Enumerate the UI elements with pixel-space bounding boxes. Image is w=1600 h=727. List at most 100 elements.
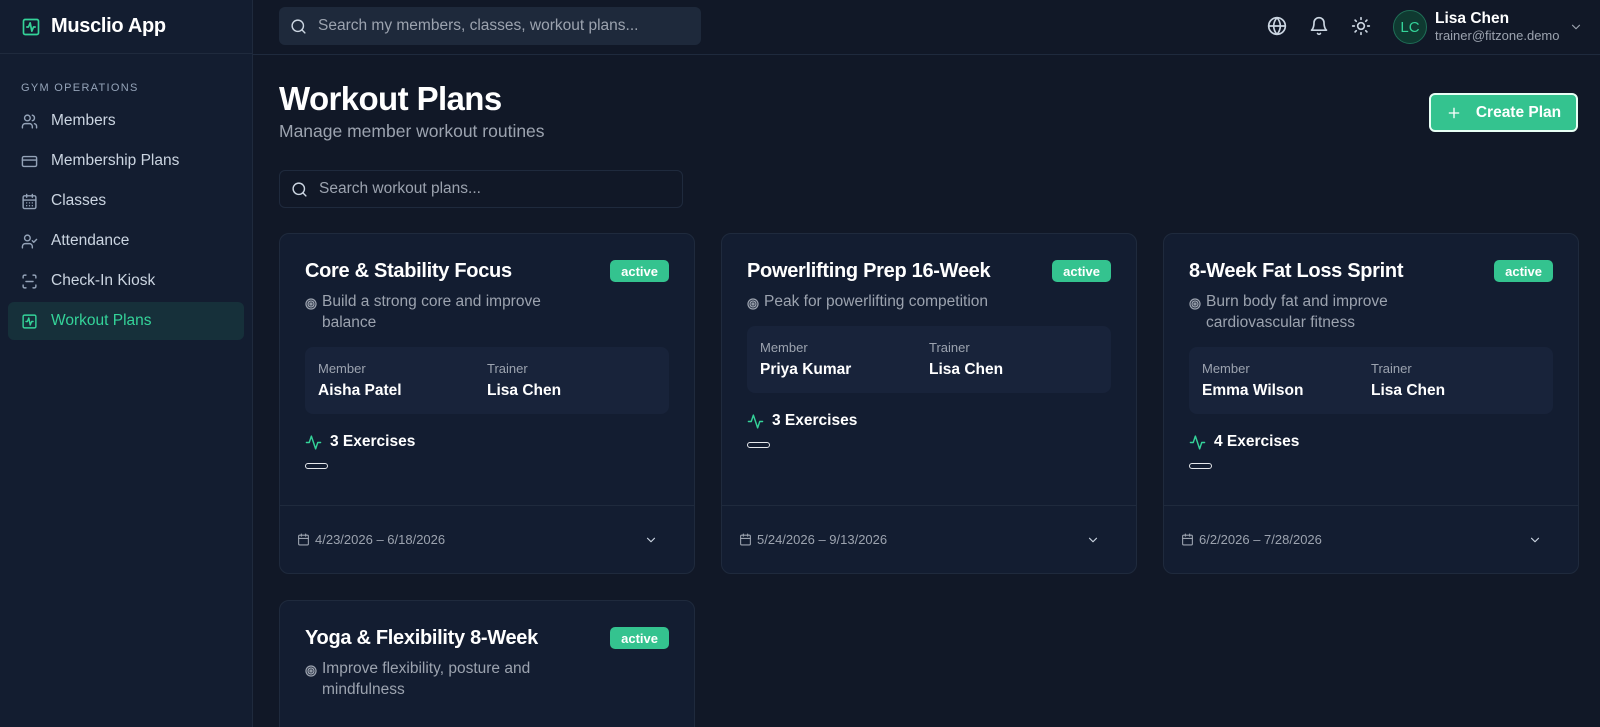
- globe-icon[interactable]: [1267, 16, 1287, 36]
- workout-plan-card[interactable]: Yoga & Flexibility 8-Week active Improve…: [279, 600, 695, 727]
- member-label: Member: [1202, 361, 1250, 376]
- target-icon: [305, 298, 317, 310]
- sidebar-item-label: Workout Plans: [51, 312, 152, 329]
- sidebar-item-check-in-kiosk[interactable]: Check-In Kiosk: [8, 262, 244, 300]
- trainer-label: Trainer: [487, 361, 528, 376]
- member-name: Emma Wilson: [1202, 382, 1304, 399]
- plan-goal-text: Peak for powerlifting competition: [764, 293, 989, 310]
- plan-goal: Peak for powerlifting competition: [747, 291, 1111, 312]
- sidebar-item-membership-plans[interactable]: Membership Plans: [8, 142, 244, 180]
- plan-goal: Improve flexibility, posture and mindful…: [305, 658, 669, 700]
- plan-member: Member Emma Wilson: [1202, 361, 1371, 414]
- create-plan-button[interactable]: Create Plan: [1429, 93, 1578, 132]
- calendar-icon: [22, 193, 37, 209]
- target-icon: [747, 298, 759, 310]
- target-icon: [1189, 298, 1201, 310]
- workout-plan-card[interactable]: Core & Stability Focus active Build a st…: [279, 233, 695, 574]
- app-name: Musclio App: [51, 15, 166, 37]
- exercise-count: 4 Exercises: [1189, 433, 1553, 451]
- plan-goal-text: Burn body fat and improve cardiovascular…: [1206, 293, 1388, 331]
- exercise-count-text: 4 Exercises: [1214, 433, 1300, 450]
- search-icon: [291, 18, 306, 34]
- sidebar-item-label: Check-In Kiosk: [51, 272, 156, 289]
- scan-icon: [22, 273, 37, 289]
- chevron-down-icon[interactable]: [644, 533, 658, 547]
- plan-goal-text: Build a strong core and improve balance: [322, 293, 541, 331]
- trainer-label: Trainer: [929, 340, 970, 355]
- plan-goal-text: Improve flexibility, posture and mindful…: [322, 660, 531, 698]
- sidebar-item-label: Membership Plans: [51, 152, 180, 169]
- topbar: LC Lisa Chen trainer@fitzone.demo: [253, 0, 1600, 55]
- calendar-icon: [740, 533, 751, 546]
- workout-plan-card[interactable]: 8-Week Fat Loss Sprint active Burn body …: [1163, 233, 1579, 574]
- exercise-pill: [747, 442, 770, 448]
- user-menu[interactable]: LC Lisa Chen trainer@fitzone.demo: [1393, 9, 1583, 45]
- chevron-down-icon[interactable]: [1086, 533, 1100, 547]
- sidebar-item-label: Members: [51, 112, 116, 129]
- trainer-name: Lisa Chen: [1371, 382, 1446, 399]
- page-title: Workout Plans: [279, 80, 502, 117]
- plan-search-input[interactable]: [319, 180, 679, 198]
- activity-icon: [305, 434, 322, 450]
- trainer-label: Trainer: [1371, 361, 1412, 376]
- activity-icon: [747, 413, 764, 429]
- chevron-down-icon[interactable]: [1528, 533, 1542, 547]
- bell-icon[interactable]: [1309, 16, 1329, 36]
- member-label: Member: [318, 361, 366, 376]
- plan-trainer: Trainer Lisa Chen: [929, 340, 1098, 393]
- workout-plan-card[interactable]: Powerlifting Prep 16-Week active Peak fo…: [721, 233, 1137, 574]
- plan-dates: 5/24/2026 – 9/13/2026: [757, 532, 888, 547]
- plan-footer: 6/2/2026 – 7/28/2026: [1164, 505, 1578, 573]
- member-name: Priya Kumar: [760, 361, 852, 378]
- status-badge: active: [1494, 260, 1553, 282]
- brand[interactable]: Musclio App: [0, 0, 252, 54]
- section-label: GYM OPERATIONS: [21, 82, 139, 94]
- sidebar: Musclio App GYM OPERATIONS Members Membe…: [0, 0, 253, 727]
- exercise-pill: [305, 463, 328, 469]
- plan-footer: 4/23/2026 – 6/18/2026: [280, 505, 694, 573]
- plan-search[interactable]: [279, 170, 683, 208]
- plan-dates: 6/2/2026 – 7/28/2026: [1199, 532, 1322, 547]
- exercise-count: 3 Exercises: [747, 412, 1111, 430]
- sidebar-nav: Members Membership Plans Classes Attenda…: [0, 102, 252, 340]
- plan-people: Member Emma Wilson Trainer Lisa Chen: [1189, 347, 1553, 414]
- exercise-count-text: 3 Exercises: [772, 412, 858, 429]
- activity-square-icon: [22, 313, 37, 329]
- sidebar-item-label: Attendance: [51, 232, 130, 249]
- global-search[interactable]: [279, 7, 701, 45]
- search-icon: [292, 181, 307, 197]
- chevron-down-icon: [1572, 24, 1581, 30]
- status-badge: active: [1052, 260, 1111, 282]
- plan-people: Member Aisha Patel Trainer Lisa Chen: [305, 347, 669, 414]
- member-label: Member: [760, 340, 808, 355]
- user-name: Lisa Chen: [1435, 10, 1510, 27]
- user-info: Lisa Chen trainer@fitzone.demo: [1435, 10, 1559, 44]
- plan-footer: 5/24/2026 – 9/13/2026: [722, 505, 1136, 573]
- plan-trainer: Trainer Lisa Chen: [487, 361, 656, 414]
- sidebar-item-attendance[interactable]: Attendance: [8, 222, 244, 260]
- calendar-icon: [1182, 533, 1193, 546]
- sidebar-item-workout-plans[interactable]: Workout Plans: [8, 302, 244, 340]
- activity-square-icon: [22, 18, 40, 35]
- user-email: trainer@fitzone.demo: [1435, 28, 1560, 43]
- calendar-icon: [298, 533, 309, 546]
- plus-icon: [1448, 107, 1460, 118]
- credit-card-icon: [21, 155, 38, 167]
- plan-trainer: Trainer Lisa Chen: [1371, 361, 1540, 414]
- plan-dates: 4/23/2026 – 6/18/2026: [315, 532, 446, 547]
- sidebar-item-classes[interactable]: Classes: [8, 182, 244, 220]
- trainer-name: Lisa Chen: [929, 361, 1004, 378]
- status-badge: active: [610, 260, 669, 282]
- exercise-pill: [1189, 463, 1212, 469]
- sun-icon[interactable]: [1351, 16, 1371, 36]
- page-subtitle: Manage member workout routines: [279, 121, 545, 141]
- exercise-count: 3 Exercises: [305, 433, 669, 451]
- plan-goal: Burn body fat and improve cardiovascular…: [1189, 291, 1553, 333]
- plan-goal: Build a strong core and improve balance: [305, 291, 669, 333]
- sidebar-item-members[interactable]: Members: [8, 102, 244, 140]
- sidebar-item-label: Classes: [51, 192, 107, 209]
- global-search-input[interactable]: [318, 17, 678, 35]
- avatar: LC: [1393, 10, 1427, 44]
- users-icon: [21, 113, 38, 129]
- plan-people: Member Priya Kumar Trainer Lisa Chen: [747, 326, 1111, 393]
